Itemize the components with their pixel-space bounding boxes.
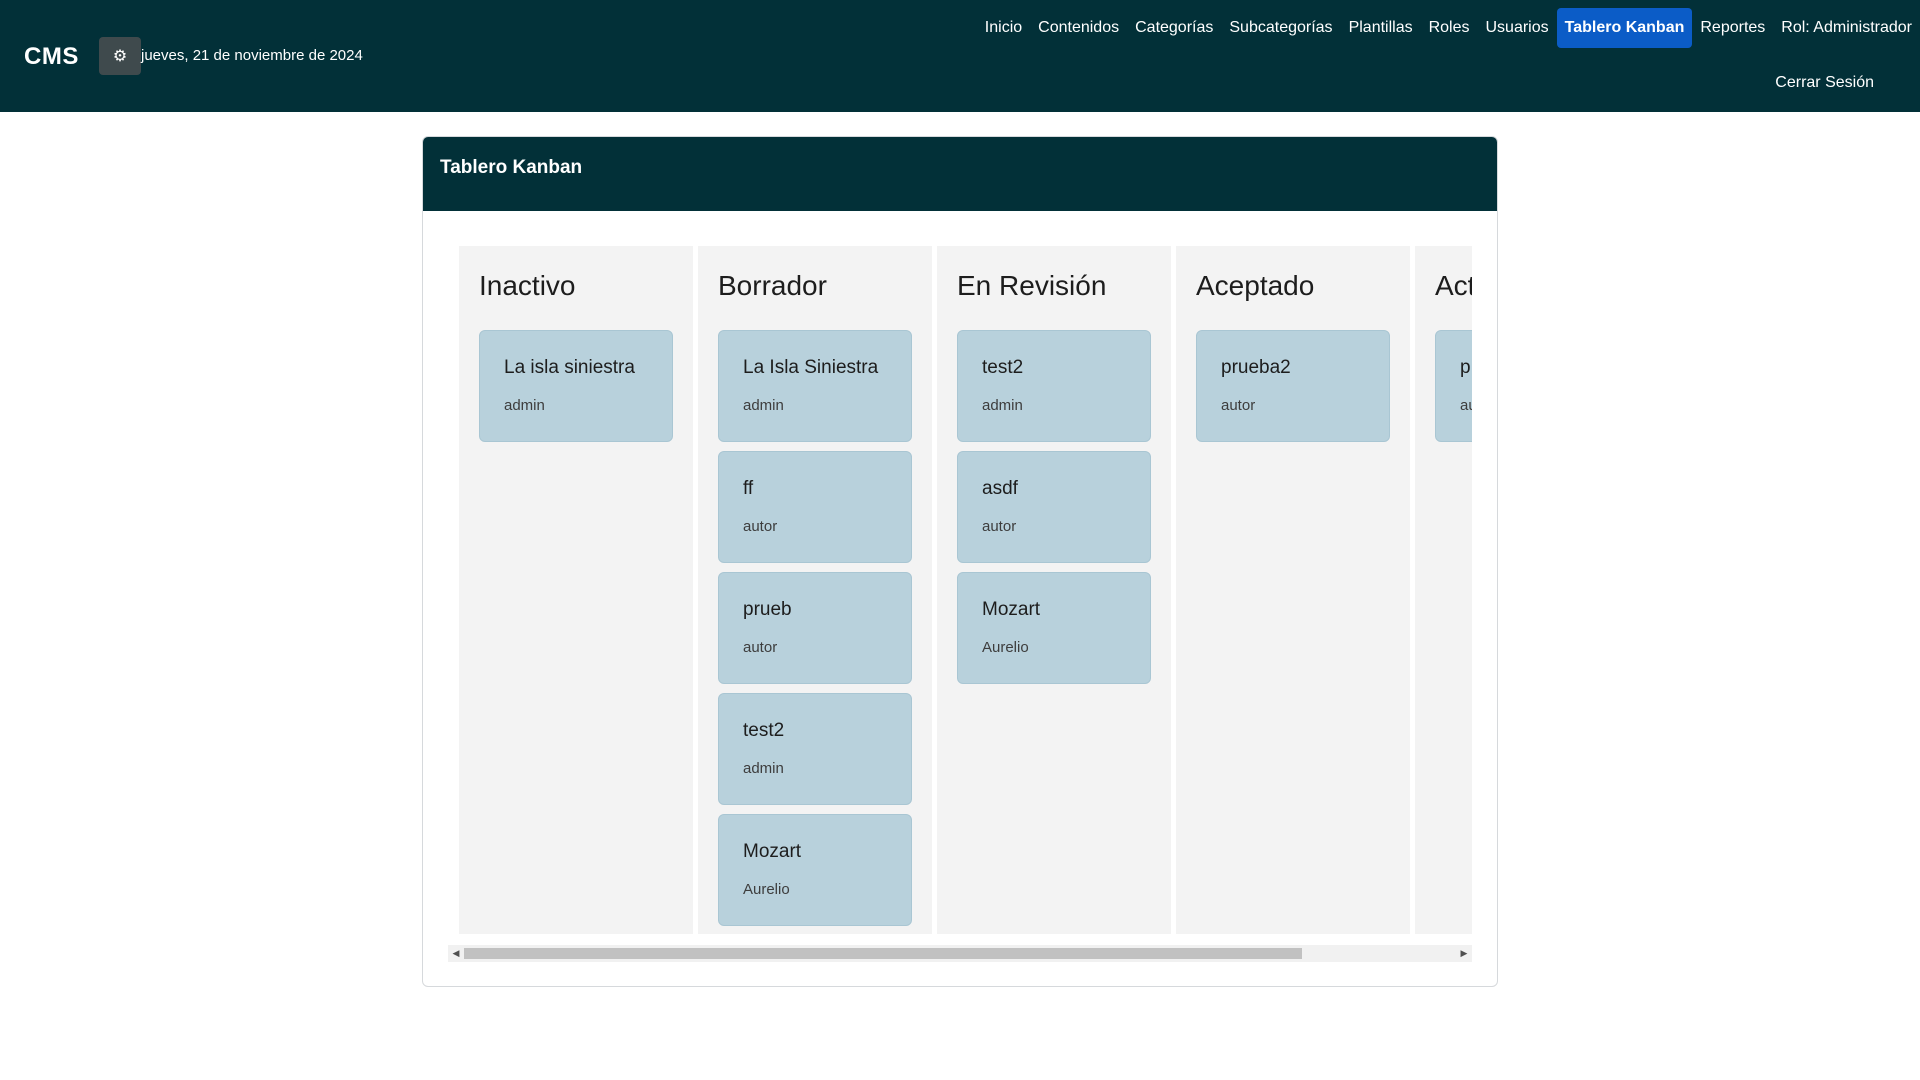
logout-link[interactable]: Cerrar Sesión <box>1775 74 1874 92</box>
kanban-card-author: admin <box>504 397 545 414</box>
card-header: Tablero Kanban <box>423 137 1497 211</box>
current-date: jueves, 21 de noviembre de 2024 <box>141 47 363 64</box>
kanban-card-author: autor <box>743 639 778 656</box>
kanban-card-item[interactable]: Mozart Aurelio <box>957 572 1151 684</box>
nav-link-inicio[interactable]: Inicio <box>977 8 1030 48</box>
theme-toggle-button[interactable]: ⚙ <box>99 37 141 75</box>
kanban-card-item[interactable]: La Isla Siniestra admin <box>718 330 912 442</box>
kanban-card-title: Mozart <box>982 599 1041 620</box>
scroll-left-arrow-icon[interactable]: ◀ <box>448 945 464 962</box>
kanban-card-author: Aurelio <box>743 881 790 898</box>
gear-icon: ⚙ <box>112 48 128 65</box>
nav-link-rol[interactable]: Rol: Administrador <box>1773 8 1920 48</box>
kanban-card-item[interactable]: asdf autor <box>957 451 1151 563</box>
kanban-column-inactivo: Inactivo La isla siniestra admin <box>459 246 693 934</box>
brand-logo[interactable]: CMS <box>24 43 79 71</box>
kanban-card-item[interactable]: prueb autor <box>718 572 912 684</box>
nav-links: Inicio Contenidos Categorías Subcategorí… <box>977 8 1920 48</box>
kanban-card-author: autor <box>743 518 778 535</box>
kanban-card-title: La isla siniestra <box>504 357 635 378</box>
column-title: Act <box>1435 270 1472 301</box>
kanban-card-item[interactable]: p au <box>1435 330 1472 442</box>
kanban-card-item[interactable]: ff autor <box>718 451 912 563</box>
scroll-right-arrow-icon[interactable]: ▶ <box>1456 945 1472 962</box>
kanban-card-title: prueb <box>743 599 792 620</box>
kanban-card-title: prueba2 <box>1221 357 1291 378</box>
kanban-card-author: admin <box>743 397 784 414</box>
nav-link-reportes[interactable]: Reportes <box>1692 8 1773 48</box>
nav-link-categorias[interactable]: Categorías <box>1127 8 1221 48</box>
kanban-card-author: autor <box>982 518 1017 535</box>
kanban-column-en-revision: En Revisión test2 admin asdf autor Mozar… <box>937 246 1171 934</box>
kanban-card-title: test2 <box>982 357 1024 378</box>
kanban-card-item[interactable]: prueba2 autor <box>1196 330 1390 442</box>
kanban-card-title: test2 <box>743 720 785 741</box>
kanban-card-item[interactable]: test2 admin <box>718 693 912 805</box>
kanban-card-author: admin <box>743 760 784 777</box>
kanban-board-viewport: Inactivo La isla siniestra admin Borrado… <box>459 246 1472 934</box>
kanban-card-author: Aurelio <box>982 639 1029 656</box>
kanban-card-author: au <box>1460 397 1472 414</box>
nav-link-subcategorias[interactable]: Subcategorías <box>1221 8 1340 48</box>
top-navbar: CMS ⚙ jueves, 21 de noviembre de 2024 In… <box>0 0 1920 112</box>
kanban-card-item[interactable]: La isla siniestra admin <box>479 330 673 442</box>
nav-link-roles[interactable]: Roles <box>1421 8 1478 48</box>
column-title: Aceptado <box>1196 270 1315 301</box>
kanban-card-title: p <box>1460 357 1471 378</box>
nav-link-usuarios[interactable]: Usuarios <box>1478 8 1557 48</box>
horizontal-scrollbar[interactable]: ◀ ▶ <box>448 945 1472 962</box>
nav-link-contenidos[interactable]: Contenidos <box>1030 8 1127 48</box>
kanban-column-aceptado: Aceptado prueba2 autor <box>1176 246 1410 934</box>
column-title: Inactivo <box>479 270 576 301</box>
kanban-card-title: La Isla Siniestra <box>743 357 879 378</box>
kanban-card-item[interactable]: Mozart Aurelio <box>718 814 912 926</box>
scrollbar-thumb[interactable] <box>464 948 1302 959</box>
kanban-board: Inactivo La isla siniestra admin Borrado… <box>459 246 1472 934</box>
kanban-card-title: asdf <box>982 478 1018 499</box>
kanban-card-author: autor <box>1221 397 1256 414</box>
kanban-card-item[interactable]: test2 admin <box>957 330 1151 442</box>
kanban-column-partial: Act p au <box>1415 246 1472 934</box>
kanban-column-borrador: Borrador La Isla Siniestra admin ff auto… <box>698 246 932 934</box>
kanban-card: Tablero Kanban Inactivo La isla siniestr… <box>422 136 1498 987</box>
nav-link-tablero-kanban[interactable]: Tablero Kanban <box>1556 8 1693 48</box>
kanban-card-author: admin <box>982 397 1023 414</box>
kanban-card-title: ff <box>743 478 754 499</box>
nav-link-plantillas[interactable]: Plantillas <box>1341 8 1421 48</box>
kanban-card-title: Mozart <box>743 841 802 862</box>
column-title: En Revisión <box>957 270 1107 301</box>
column-title: Borrador <box>718 270 827 301</box>
